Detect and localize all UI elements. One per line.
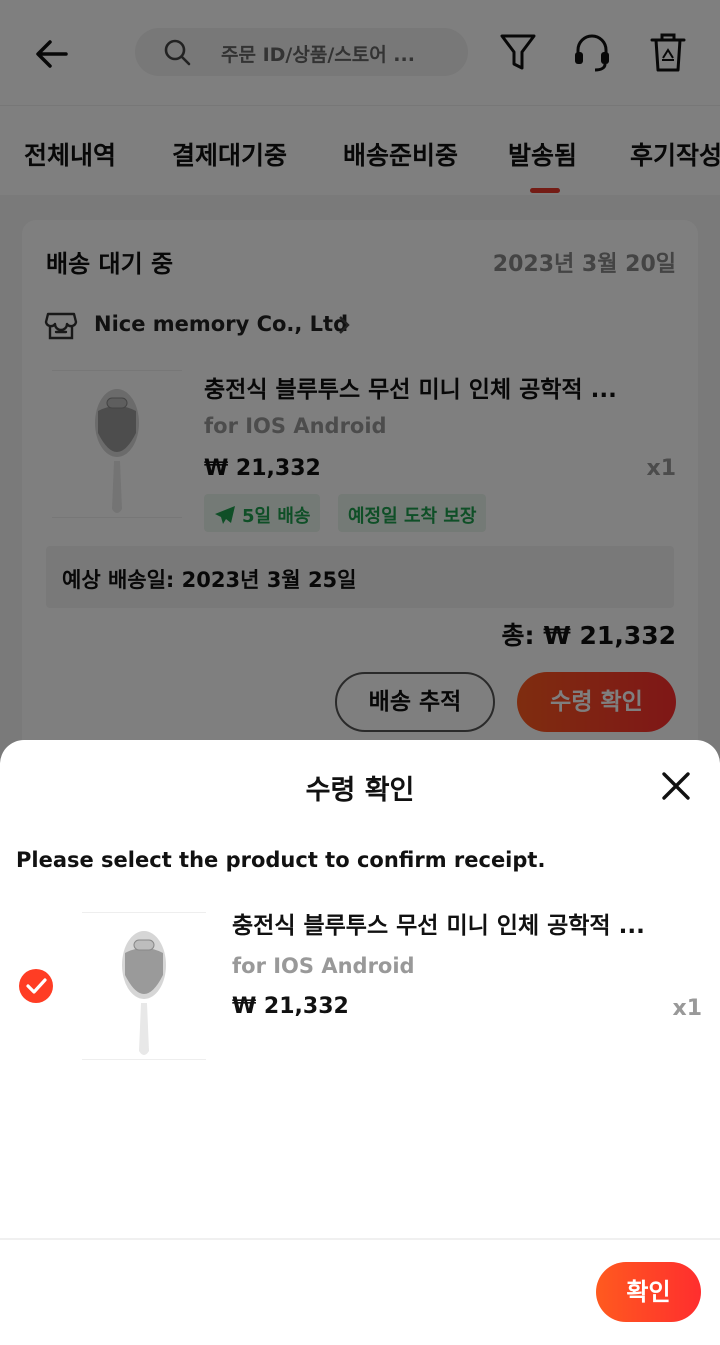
sheet-product-image xyxy=(82,912,206,1060)
close-icon[interactable] xyxy=(658,768,694,804)
sheet-divider xyxy=(0,1238,720,1240)
sheet-product-quantity: x1 xyxy=(672,996,703,1021)
product-checkbox[interactable] xyxy=(18,968,54,1004)
instruction-text: Please select the product to confirm rec… xyxy=(16,848,546,872)
sheet-product-title: 충전식 블루투스 무선 미니 인체 공학적 ... xyxy=(232,913,645,939)
confirm-receipt-sheet: 수령 확인 Please select the product to confi… xyxy=(0,740,720,1345)
sheet-product-price: ₩ 21,332 xyxy=(232,994,349,1019)
sheet-title: 수령 확인 xyxy=(305,775,415,806)
sheet-product-variant: for IOS Android xyxy=(232,954,415,978)
confirm-button[interactable]: 확인 xyxy=(596,1262,701,1322)
